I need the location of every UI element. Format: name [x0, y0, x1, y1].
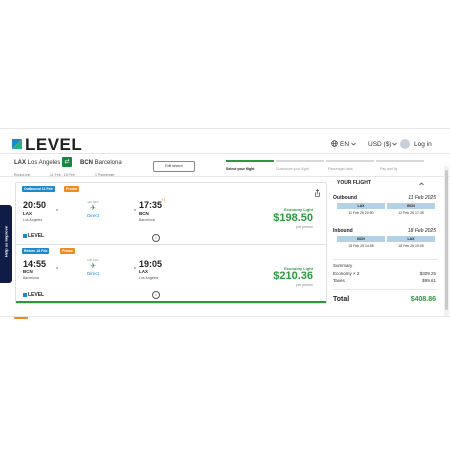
departure-code: LAX [23, 211, 32, 216]
taxes-value: $99.61 [422, 278, 436, 283]
step-passenger-data: Passenger data [328, 167, 353, 171]
step-bar-3 [326, 160, 374, 162]
destination-code: BCN [80, 160, 93, 166]
scrollbar[interactable] [444, 166, 449, 316]
chevron-down-icon[interactable] [351, 142, 356, 146]
from-time: 18 Feb 25 14:55 [348, 244, 374, 248]
share-icon[interactable] [314, 189, 321, 197]
economy-line-label: Economy × 2 [333, 271, 360, 276]
header-divider [0, 153, 450, 154]
departure-city: Barcelona [23, 276, 39, 280]
airline-logo: LEVEL [23, 292, 44, 298]
day-offset: +1 [161, 197, 166, 202]
total-price: $408.86 [410, 296, 436, 303]
airline-logo: LEVEL [23, 233, 44, 239]
total-label: Total [333, 296, 350, 303]
departure-time: 14:55 [23, 259, 47, 269]
direction-badge: Return 18 Feb [22, 248, 50, 254]
top-divider [0, 128, 450, 129]
per-person-label: per person [296, 225, 313, 229]
to-time: 18 Feb 25 19:05 [398, 244, 424, 248]
direction-badge: Outbound 11 Feb [22, 186, 55, 192]
step-bar-1 [226, 160, 274, 162]
arrival-code: LAX [139, 269, 148, 274]
route-dot [134, 209, 136, 211]
inbound-table: BCN LAX 18 Feb 25 14:55 18 Feb 25 19:05 [337, 236, 435, 254]
departure-city: Los Angeles [23, 218, 43, 222]
user-icon[interactable] [400, 139, 410, 149]
step-customize: Customize your flight [276, 167, 309, 171]
outbound-table: LAX BCN 11 Feb 25 20:50 12 Feb 25 17:35 [337, 203, 435, 221]
destination: BCN Barcelona [80, 160, 122, 166]
scrollbar-thumb[interactable] [445, 170, 448, 310]
chevron-down-icon[interactable] [392, 142, 397, 146]
arrival-city: Barcelona [139, 218, 155, 222]
feedback-label: Help us improve [3, 225, 9, 258]
inbound-label: Inbound [333, 228, 353, 234]
to-time: 12 Feb 25 17:35 [398, 211, 424, 215]
feedback-side-tab[interactable]: Help us improve [0, 205, 12, 283]
stops-label: Direct [87, 271, 99, 276]
edit-search-button[interactable]: Edit search [153, 161, 195, 172]
departure-code: BCN [23, 269, 33, 274]
login-link[interactable]: Log in [414, 141, 432, 148]
arrival-city: Los Angeles [139, 276, 159, 280]
flight-card-return[interactable]: Return 18 Feb Promo 14:55 BCN Barcelona … [15, 244, 327, 304]
route-dot [56, 209, 58, 211]
currency-selector[interactable]: USD ($) [368, 141, 391, 148]
flight-card-outbound[interactable]: Outbound 11 Feb Promo 20:50 LAX Los Ange… [15, 182, 327, 247]
arrival-code: BCN [139, 211, 149, 216]
route-dot [134, 267, 136, 269]
from-time: 11 Feb 25 20:50 [348, 211, 374, 215]
plane-icon: ✈ [90, 263, 96, 270]
from-code: LAX [337, 203, 385, 209]
level-logo-icon [23, 292, 27, 297]
outbound-date: 11 Feb 2025 [408, 195, 436, 201]
bottom-divider [0, 316, 450, 317]
to-code: BCN [387, 203, 435, 209]
info-icon[interactable]: i [152, 234, 160, 242]
fare-price[interactable]: $198.50 [223, 212, 313, 224]
summary-heading: Summary [333, 263, 353, 268]
summary-title: YOUR FLIGHT [337, 180, 371, 186]
step-pay: Pay and fly [380, 167, 398, 171]
total-divider [333, 289, 438, 290]
step-bar-4 [376, 160, 424, 162]
taxes-label: Taxes [333, 278, 345, 283]
info-icon[interactable]: i [152, 291, 160, 299]
route-dot [56, 267, 58, 269]
globe-icon[interactable] [331, 140, 338, 147]
origin: LAX Los Angeles [14, 160, 60, 166]
arrival-time: 17:35 [139, 200, 163, 210]
from-code: BCN [337, 236, 385, 242]
chevron-up-icon[interactable] [419, 182, 424, 186]
inbound-date: 18 Feb 2025 [407, 228, 436, 234]
outbound-label: Outbound [333, 195, 357, 201]
to-code: LAX [387, 236, 435, 242]
level-logo-icon [12, 139, 22, 149]
stops-label: Direct [87, 213, 99, 218]
flight-summary-panel: YOUR FLIGHT Outbound 11 Feb 2025 LAX BCN… [333, 176, 438, 316]
flight-duration: 11h 45m [87, 200, 99, 204]
brand-logo[interactable]: LEVEL [25, 135, 82, 155]
plane-icon: ✈ [90, 205, 96, 212]
per-person-label: per person [296, 283, 313, 287]
flight-duration: 13h 10m [87, 258, 99, 262]
level-logo-icon [23, 233, 27, 238]
step-bar-2 [276, 160, 324, 162]
arrival-time: 19:05 [139, 259, 163, 269]
destination-city: Barcelona [94, 160, 122, 166]
selected-indicator [16, 301, 326, 303]
language-selector[interactable]: EN [340, 141, 349, 148]
origin-code: LAX [14, 160, 26, 166]
origin-city: Los Angeles [27, 160, 61, 166]
summary-divider [333, 259, 438, 260]
fare-price[interactable]: $210.36 [223, 270, 313, 282]
swap-route-icon[interactable]: ⇄ [62, 157, 72, 167]
step-select-flight[interactable]: Select your flight [226, 167, 254, 171]
economy-line-value: $309.25 [419, 271, 436, 276]
promo-badge: Promo [64, 186, 80, 192]
departure-time: 20:50 [23, 200, 47, 210]
promo-badge: Promo [60, 248, 76, 254]
